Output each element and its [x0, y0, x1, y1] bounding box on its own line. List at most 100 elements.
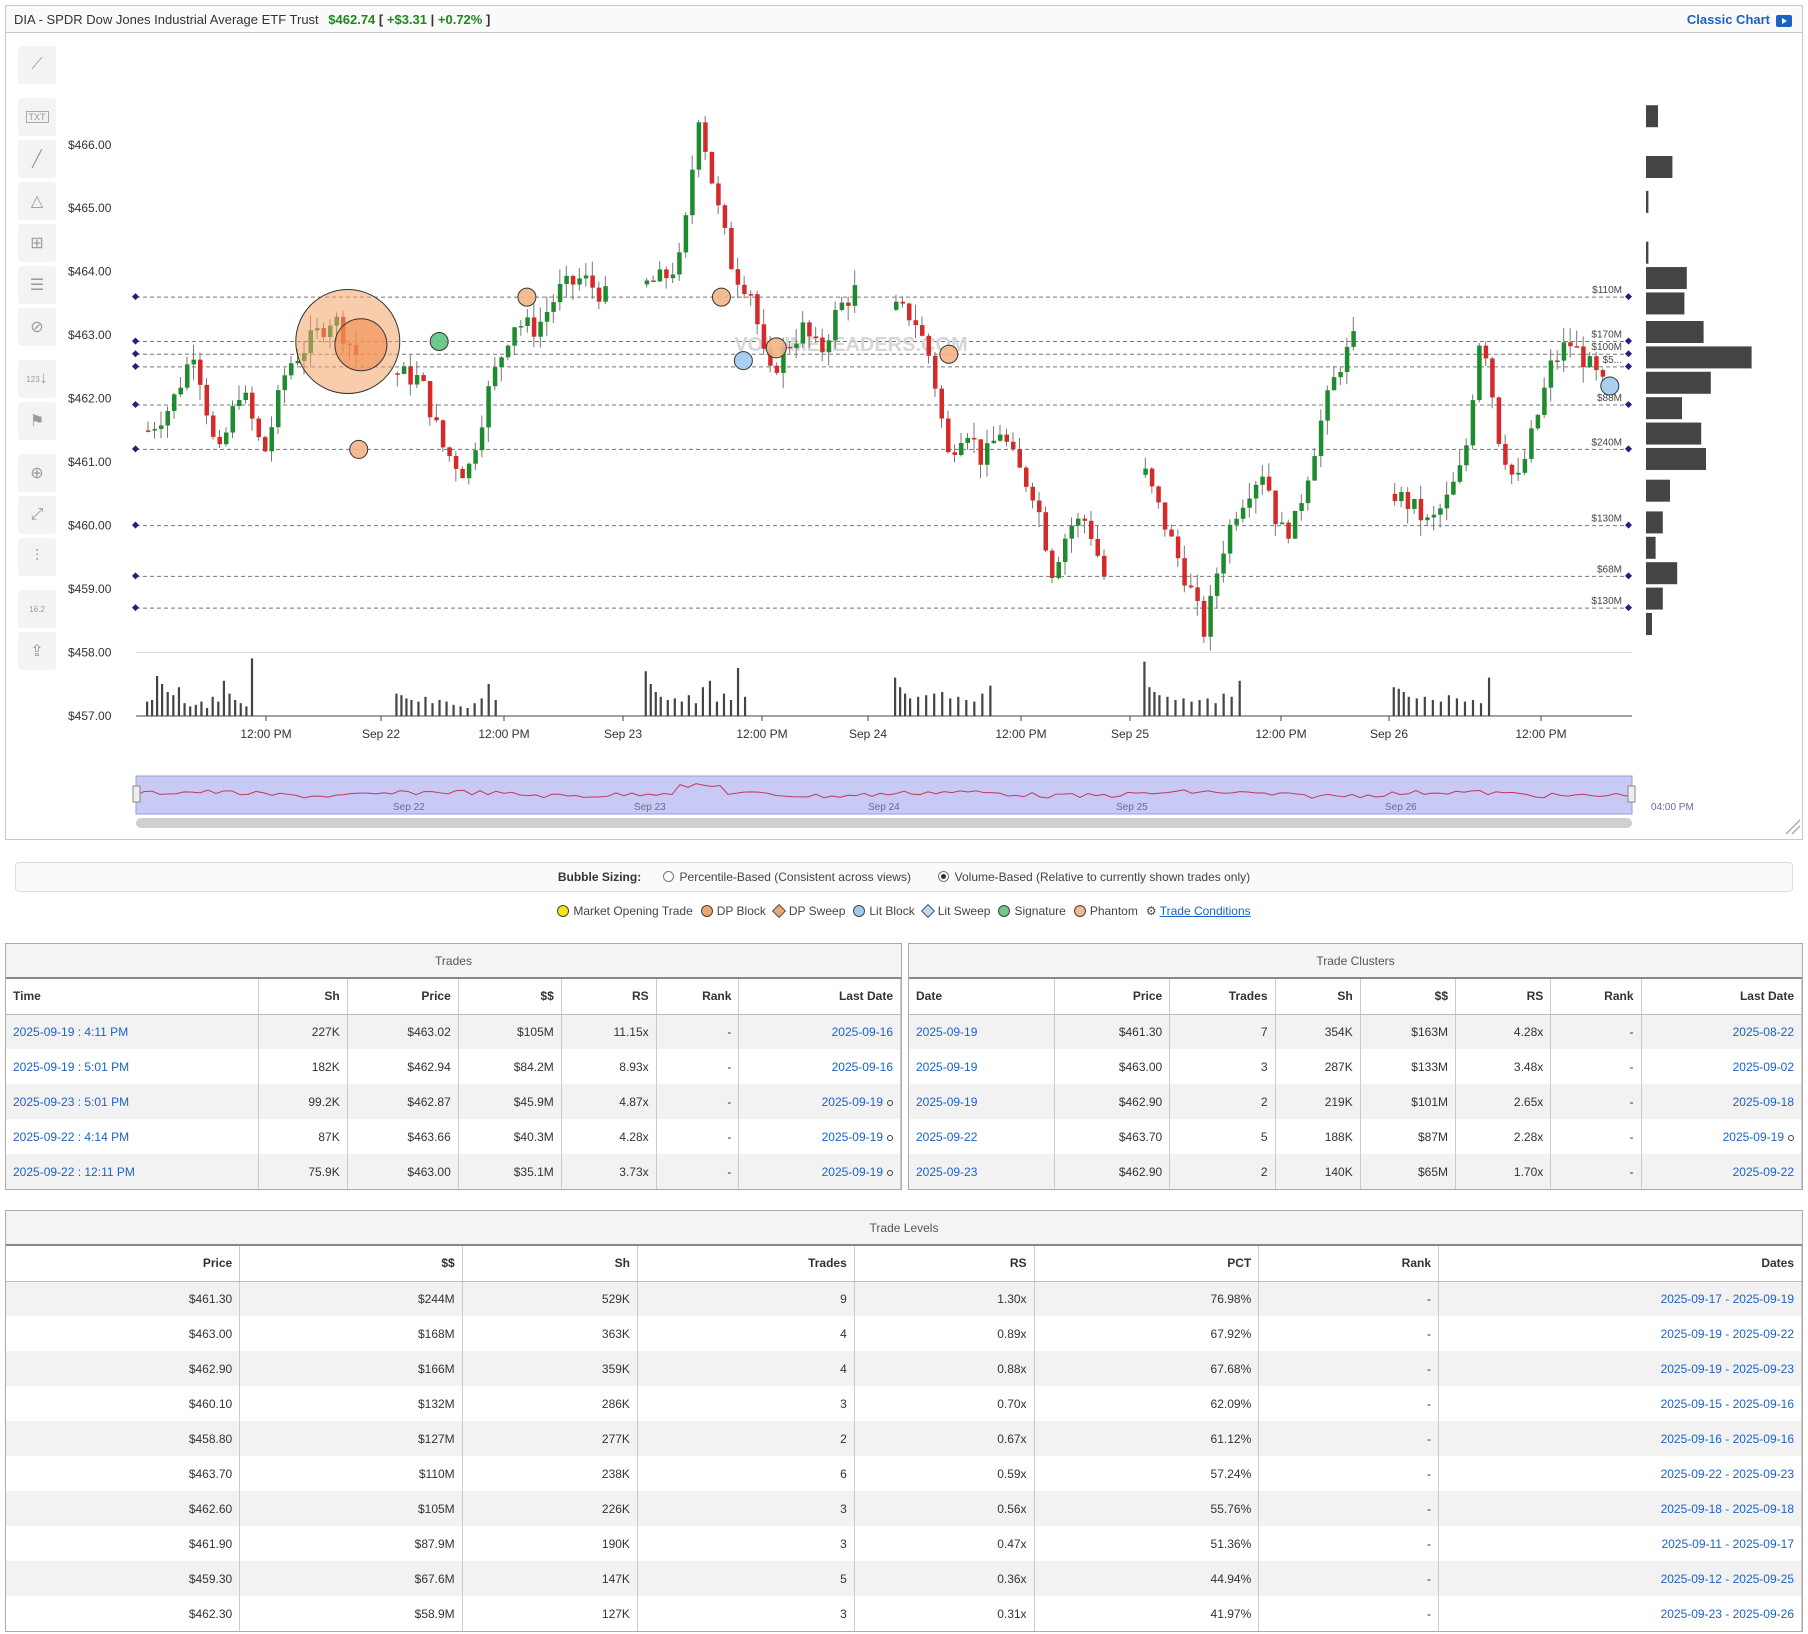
- level-row[interactable]: $463.00 $168M 363K 4 0.89x 67.92% - 2025-09-19 …: [6, 1316, 1802, 1351]
- legend-item[interactable]: DP Sweep: [771, 902, 845, 920]
- cluster-link[interactable]: 2025-09-19: [916, 1095, 977, 1109]
- trade-header-3[interactable]: $$: [458, 979, 562, 1015]
- trade-header-6[interactable]: Last Date: [738, 979, 901, 1015]
- trade-link[interactable]: 2025-09-22 : 12:11 PM: [13, 1165, 135, 1179]
- level-row[interactable]: $463.70 $110M 238K 6 0.59x 57.24% - 2025-09-22 …: [6, 1456, 1802, 1491]
- level-row[interactable]: $460.10 $132M 286K 3 0.70x 62.09% - 2025-09-15 …: [6, 1386, 1802, 1421]
- cluster-header-2[interactable]: Trades: [1169, 979, 1276, 1015]
- level-row[interactable]: $462.60 $105M 226K 3 0.56x 55.76% - 2025-09-18 …: [6, 1491, 1802, 1526]
- level-link[interactable]: 2025-09-19 - 2025-09-22: [1661, 1327, 1794, 1341]
- trade-row[interactable]: 2025-09-19 : 5:01 PM 182K $462.94 $84.2M 8.9…: [6, 1049, 901, 1084]
- cluster-row[interactable]: 2025-09-23 $462.90 2 140K $65M 1.70x - 2025-09-…: [909, 1154, 1803, 1189]
- volume-bar: [417, 701, 420, 716]
- cluster-link[interactable]: 2025-09-22: [1733, 1165, 1794, 1179]
- level-cell: 67.68%: [1034, 1351, 1260, 1386]
- level-link[interactable]: 2025-09-23 - 2025-09-26: [1661, 1607, 1794, 1621]
- cluster-link[interactable]: 2025-09-19: [1723, 1130, 1784, 1144]
- candle-body: [1438, 508, 1443, 515]
- level-header-1[interactable]: $$: [239, 1246, 463, 1282]
- trade-header-2[interactable]: Price: [347, 979, 459, 1015]
- legend-item[interactable]: DP Block: [700, 902, 766, 920]
- level-cell: $166M: [239, 1351, 463, 1386]
- level-link[interactable]: 2025-09-17 - 2025-09-19: [1661, 1292, 1794, 1306]
- trade-header-5[interactable]: Rank: [656, 979, 740, 1015]
- volume-radio[interactable]: [937, 871, 949, 882]
- trade-link[interactable]: 2025-09-19 : 5:01 PM: [13, 1060, 129, 1074]
- trade-row[interactable]: 2025-09-23 : 5:01 PM 99.2K $462.87 $45.9M 4.…: [6, 1084, 901, 1119]
- level-link[interactable]: 2025-09-22 - 2025-09-23: [1661, 1467, 1794, 1481]
- cluster-header-1[interactable]: Price: [1054, 979, 1171, 1015]
- level-marker-left: [131, 604, 140, 612]
- volume-bar: [933, 693, 936, 716]
- trade-conditions-label[interactable]: Trade Conditions: [1160, 904, 1251, 918]
- level-header-5[interactable]: PCT: [1034, 1246, 1260, 1282]
- cluster-header-5[interactable]: RS: [1455, 979, 1552, 1015]
- trade-link[interactable]: 2025-09-19: [822, 1130, 883, 1144]
- candle-body: [794, 343, 799, 349]
- navigator[interactable]: Sep 22 Sep 23 Sep 24 Sep 25 Sep 26 04:00 PM: [132, 775, 1801, 835]
- level-row[interactable]: $461.90 $87.9M 190K 3 0.47x 51.36% - 2025-09-11…: [6, 1526, 1802, 1561]
- trade-link[interactable]: 2025-09-23 : 5:01 PM: [13, 1095, 129, 1109]
- cluster-header-6[interactable]: Rank: [1550, 979, 1642, 1015]
- cluster-link[interactable]: 2025-09-02: [1733, 1060, 1794, 1074]
- cluster-header-7[interactable]: Last Date: [1641, 979, 1803, 1015]
- legend-item[interactable]: Lit Block: [853, 902, 915, 920]
- trade-row[interactable]: 2025-09-22 : 12:11 PM 75.9K $463.00 $35.1M 3…: [6, 1154, 901, 1189]
- candle-body: [1509, 464, 1515, 475]
- level-link[interactable]: 2025-09-15 - 2025-09-16: [1661, 1397, 1794, 1411]
- trade-link[interactable]: 2025-09-19: [822, 1165, 883, 1179]
- price-chart[interactable]: $110M$170M$100M$5...$88M$240M$130M$68M$1…: [6, 34, 1802, 840]
- cluster-header-3[interactable]: Sh: [1275, 979, 1361, 1015]
- cluster-link[interactable]: 2025-09-18: [1733, 1095, 1794, 1109]
- cluster-link[interactable]: 2025-08-22: [1733, 1025, 1794, 1039]
- trade-header-1[interactable]: Sh: [258, 979, 348, 1015]
- cluster-cell: $87M: [1360, 1119, 1457, 1154]
- trades-table-panel: Trades Time Sh Price $$ RS Rank Last Date 2025-…: [5, 943, 902, 1190]
- level-header-4[interactable]: RS: [854, 1246, 1035, 1282]
- level-header-0[interactable]: Price: [6, 1246, 241, 1282]
- cluster-header-0[interactable]: Date: [909, 979, 1055, 1015]
- level-row[interactable]: $462.90 $166M 359K 4 0.88x 67.68% - 2025-09-19 …: [6, 1351, 1802, 1386]
- trade-link[interactable]: 2025-09-22 : 4:14 PM: [13, 1130, 129, 1144]
- level-header-6[interactable]: Rank: [1258, 1246, 1440, 1282]
- trade-link[interactable]: 2025-09-16: [832, 1025, 893, 1039]
- level-row[interactable]: $459.30 $67.6M 147K 5 0.36x 44.94% - 2025-09-12…: [6, 1561, 1802, 1596]
- trade-conditions-link[interactable]: ⚙ Trade Conditions: [1146, 902, 1251, 920]
- level-link[interactable]: 2025-09-16 - 2025-09-16: [1661, 1432, 1794, 1446]
- cluster-link[interactable]: 2025-09-23: [916, 1165, 977, 1179]
- trade-row[interactable]: 2025-09-19 : 4:11 PM 227K $463.02 $105M 11.1…: [6, 1014, 901, 1049]
- x-tick-label: 12:00 PM: [995, 727, 1046, 741]
- level-link[interactable]: 2025-09-12 - 2025-09-25: [1661, 1572, 1794, 1586]
- level-row[interactable]: $461.30 $244M 529K 9 1.30x 76.98% - 2025-09-17 …: [6, 1281, 1802, 1316]
- cluster-link[interactable]: 2025-09-19: [916, 1025, 977, 1039]
- level-link[interactable]: 2025-09-11 - 2025-09-17: [1661, 1537, 1794, 1551]
- trade-link[interactable]: 2025-09-16: [832, 1060, 893, 1074]
- classic-chart-button[interactable]: Classic Chart: [1687, 6, 1792, 33]
- candle-body: [1234, 518, 1239, 525]
- level-header-2[interactable]: Sh: [462, 1246, 638, 1282]
- cluster-row[interactable]: 2025-09-19 $461.30 7 354K $163M 4.28x - 2025-08…: [909, 1014, 1803, 1049]
- level-row[interactable]: $462.30 $58.9M 127K 3 0.31x 41.97% - 2025-09-23…: [6, 1596, 1802, 1631]
- level-header-3[interactable]: Trades: [637, 1246, 855, 1282]
- legend-item[interactable]: Phantom: [1073, 902, 1138, 920]
- cluster-row[interactable]: 2025-09-19 $462.90 2 219K $101M 2.65x - 2025-09…: [909, 1084, 1803, 1119]
- trade-header-4[interactable]: RS: [561, 979, 657, 1015]
- trade-link[interactable]: 2025-09-19 : 4:11 PM: [13, 1025, 128, 1039]
- level-row[interactable]: $458.80 $127M 277K 2 0.67x 61.12% - 2025-09-16 …: [6, 1421, 1802, 1456]
- legend-item[interactable]: Market Opening Trade: [557, 902, 693, 920]
- trade-row[interactable]: 2025-09-22 : 4:14 PM 87K $463.66 $40.3M 4.28…: [6, 1119, 901, 1154]
- candle-body: [1522, 458, 1528, 473]
- cluster-header-4[interactable]: $$: [1360, 979, 1457, 1015]
- trade-header-0[interactable]: Time: [6, 979, 259, 1015]
- cluster-link[interactable]: 2025-09-22: [916, 1130, 977, 1144]
- trade-link[interactable]: 2025-09-19: [822, 1095, 883, 1109]
- level-header-7[interactable]: Dates: [1438, 1246, 1802, 1282]
- legend-item[interactable]: Signature: [998, 902, 1066, 920]
- cluster-link[interactable]: 2025-09-19: [916, 1060, 977, 1074]
- cluster-row[interactable]: 2025-09-19 $463.00 3 287K $133M 3.48x - 2025-09…: [909, 1049, 1803, 1084]
- percentile-radio[interactable]: [662, 871, 674, 882]
- legend-item[interactable]: Lit Sweep: [920, 902, 990, 920]
- level-link[interactable]: 2025-09-18 - 2025-09-18: [1661, 1502, 1794, 1516]
- level-link[interactable]: 2025-09-19 - 2025-09-23: [1661, 1362, 1794, 1376]
- cluster-row[interactable]: 2025-09-22 $463.70 5 188K $87M 2.28x - 2025-09-…: [909, 1119, 1803, 1154]
